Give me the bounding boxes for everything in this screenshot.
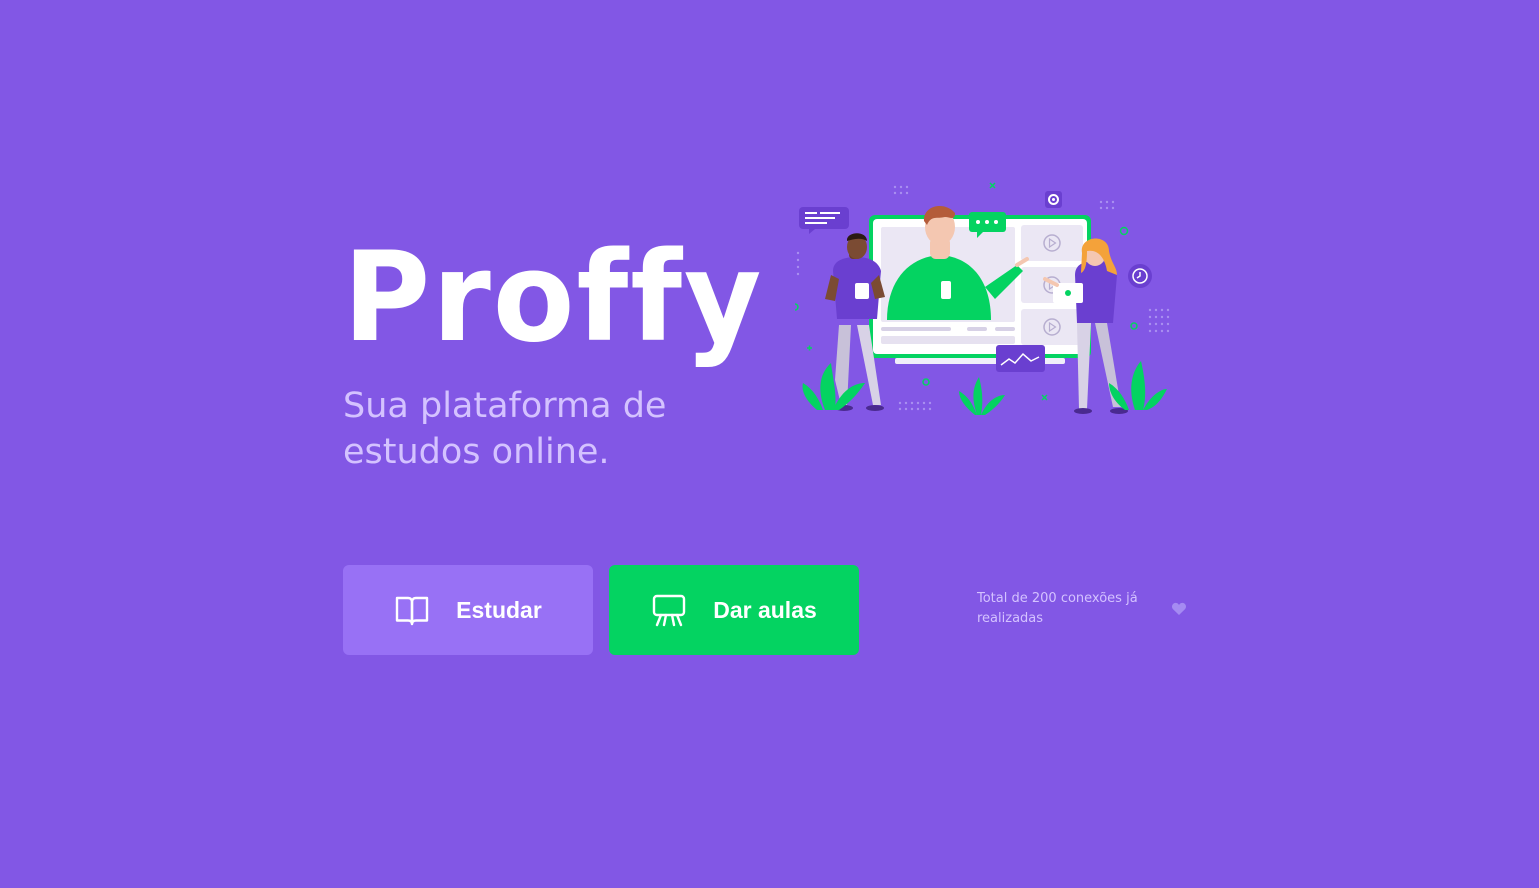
study-button[interactable]: Estudar xyxy=(343,565,593,655)
landing-page: Proffy Sua plataforma de estudos online. xyxy=(0,0,1539,888)
gear-icon xyxy=(1045,191,1062,208)
tagline-line-2: estudos online. xyxy=(343,432,610,472)
book-open-icon xyxy=(394,592,430,628)
teach-button[interactable]: Dar aulas xyxy=(609,565,859,655)
study-button-label: Estudar xyxy=(456,596,542,623)
heart-icon xyxy=(1171,601,1187,617)
hero-illustration xyxy=(795,182,1170,415)
tagline-line-1: Sua plataforma de xyxy=(343,386,667,426)
proffy-logo: Proffy xyxy=(343,226,764,370)
total-connections-text: Total de 200 conexões já realizadas xyxy=(977,591,1138,626)
logo-container: Proffy xyxy=(343,236,781,360)
total-connections: Total de 200 conexões já realizadas xyxy=(977,589,1187,629)
tagline: Sua plataforma de estudos online. xyxy=(343,383,763,475)
message-card-icon xyxy=(799,207,849,234)
teach-button-label: Dar aulas xyxy=(713,596,817,623)
clock-icon xyxy=(1128,264,1152,288)
chart-card-icon xyxy=(996,345,1045,372)
presentation-board-icon xyxy=(651,592,687,628)
